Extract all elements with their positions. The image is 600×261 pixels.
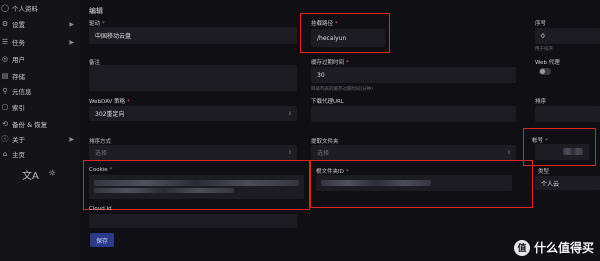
chevron-updown-icon: ⇕ <box>506 149 511 156</box>
download-proxy-input[interactable] <box>311 106 516 122</box>
chevron-right-icon: ▶ <box>69 135 74 143</box>
sidebar-item-meta[interactable]: ⚲ 元信息 <box>0 84 80 98</box>
chevron-updown-icon: ⇕ <box>287 110 292 117</box>
watermark: 值 什么值得买 <box>513 239 594 256</box>
sidebar-item-profile[interactable]: ◯ 个人资料 <box>0 1 80 15</box>
storage-edit-form: 编辑 驱动 * 中国移动云盘 挂载路径 * /hecaiyun 序号 0 用于排序 … <box>80 0 600 261</box>
order-label: 序号 <box>535 21 547 27</box>
cache-input[interactable]: 30 <box>311 67 516 83</box>
sidebar-item-about[interactable]: ⓘ 关于 ▶ <box>0 132 80 146</box>
remark-textarea[interactable] <box>89 65 297 91</box>
cache-value: 30 <box>317 71 325 79</box>
theme-toggle-icon[interactable]: ☼ <box>48 169 56 179</box>
sidebar-item-label: 设置 <box>12 21 25 29</box>
extract-folder-label: 提取文件夹 <box>311 139 339 145</box>
sidebar-item-home[interactable]: ⌂ 主页 <box>0 147 80 161</box>
sidebar-item-users[interactable]: ◎ 用户 <box>0 52 80 66</box>
sidebar-item-backup[interactable]: ⟲ 备份 & 恢复 <box>0 117 80 131</box>
cloud-id-input[interactable] <box>89 214 297 228</box>
sidebar-item-label: 个人资料 <box>12 5 38 13</box>
users-icon: ◎ <box>1 55 9 63</box>
watermark-logo: 值 <box>513 239 530 256</box>
cache-label: 缓存过期时间 * <box>311 60 349 66</box>
sidebar-item-settings[interactable]: ⚙ 设置 ▶ <box>0 17 80 31</box>
webdav-policy-label: WebDAV 策略 * <box>89 99 130 105</box>
sidebar-item-label: 元信息 <box>12 88 32 96</box>
index-icon: ▢ <box>1 103 9 111</box>
chevron-right-icon: ▶ <box>69 38 74 46</box>
meta-icon: ⚲ <box>2 87 8 95</box>
web-proxy-label: Web 代理 <box>535 60 560 66</box>
sort-label: 排序 <box>535 99 547 105</box>
chevron-right-icon: ▶ <box>69 20 74 28</box>
sidebar: ◯ 个人资料 ⚙ 设置 ▶ ☰ 任务 ▶ ◎ 用户 ▤ 存储 ⚲ 元信息 ▢ 索… <box>0 0 80 261</box>
person-icon: ◯ <box>1 4 9 12</box>
storage-icon: ▤ <box>1 72 9 80</box>
save-button[interactable]: 保存 <box>90 233 114 247</box>
cache-hint: 目录列表的缓存过期时间(分钟) <box>311 87 374 92</box>
driver-value: 中国移动云盘 <box>95 33 132 40</box>
type-select[interactable]: 个人云 <box>535 176 600 190</box>
sidebar-item-label: 索引 <box>12 104 25 112</box>
page-title: 编辑 <box>89 7 103 15</box>
order-input[interactable]: 0 <box>535 28 600 44</box>
sort-input[interactable] <box>535 106 600 122</box>
watermark-text: 什么值得买 <box>533 241 594 255</box>
sidebar-item-index[interactable]: ▢ 索引 <box>0 100 80 114</box>
order-by-select[interactable]: 选择 ⇕ <box>89 145 297 160</box>
cloud-id-label: Cloud Id <box>89 206 112 212</box>
driver-select[interactable]: 中国移动云盘 <box>89 27 297 44</box>
extract-folder-select[interactable]: 选择 ⇕ <box>311 145 516 160</box>
order-by-label: 排序方式 <box>89 139 112 145</box>
web-proxy-toggle[interactable] <box>539 68 551 75</box>
home-icon: ⌂ <box>2 150 8 158</box>
webdav-policy-select[interactable]: 302重定向 ⇕ <box>89 106 297 121</box>
order-hint: 用于排序 <box>535 47 553 52</box>
highlight-box <box>310 160 533 208</box>
sidebar-item-label: 用户 <box>12 56 25 64</box>
order-by-placeholder: 选择 <box>95 150 108 157</box>
sidebar-item-tasks[interactable]: ☰ 任务 ▶ <box>0 35 80 49</box>
gear-icon: ⚙ <box>1 20 9 28</box>
sidebar-item-label: 备份 & 恢复 <box>12 121 48 129</box>
sidebar-item-label: 关于 <box>12 136 25 144</box>
chevron-updown-icon: ⇕ <box>287 149 292 156</box>
task-icon: ☰ <box>1 38 9 46</box>
highlight-box <box>300 13 390 53</box>
about-icon: ⓘ <box>1 135 9 143</box>
order-value: 0 <box>541 32 545 40</box>
backup-icon: ⟲ <box>2 120 8 128</box>
sidebar-item-storage[interactable]: ▤ 存储 <box>0 69 80 83</box>
type-label: 类型 <box>538 169 550 175</box>
highlight-box <box>523 128 596 166</box>
extract-folder-placeholder: 选择 <box>317 150 330 157</box>
driver-label: 驱动 * <box>89 21 105 27</box>
sidebar-item-label: 主页 <box>12 151 25 159</box>
highlight-box <box>83 160 310 210</box>
sidebar-item-label: 任务 <box>12 39 25 47</box>
download-proxy-label: 下载代理URL <box>311 99 344 105</box>
type-value: 个人云 <box>541 180 560 188</box>
webdav-policy-value: 302重定向 <box>95 111 125 118</box>
sidebar-item-label: 存储 <box>12 73 25 81</box>
language-icon[interactable]: 文A <box>22 167 39 182</box>
